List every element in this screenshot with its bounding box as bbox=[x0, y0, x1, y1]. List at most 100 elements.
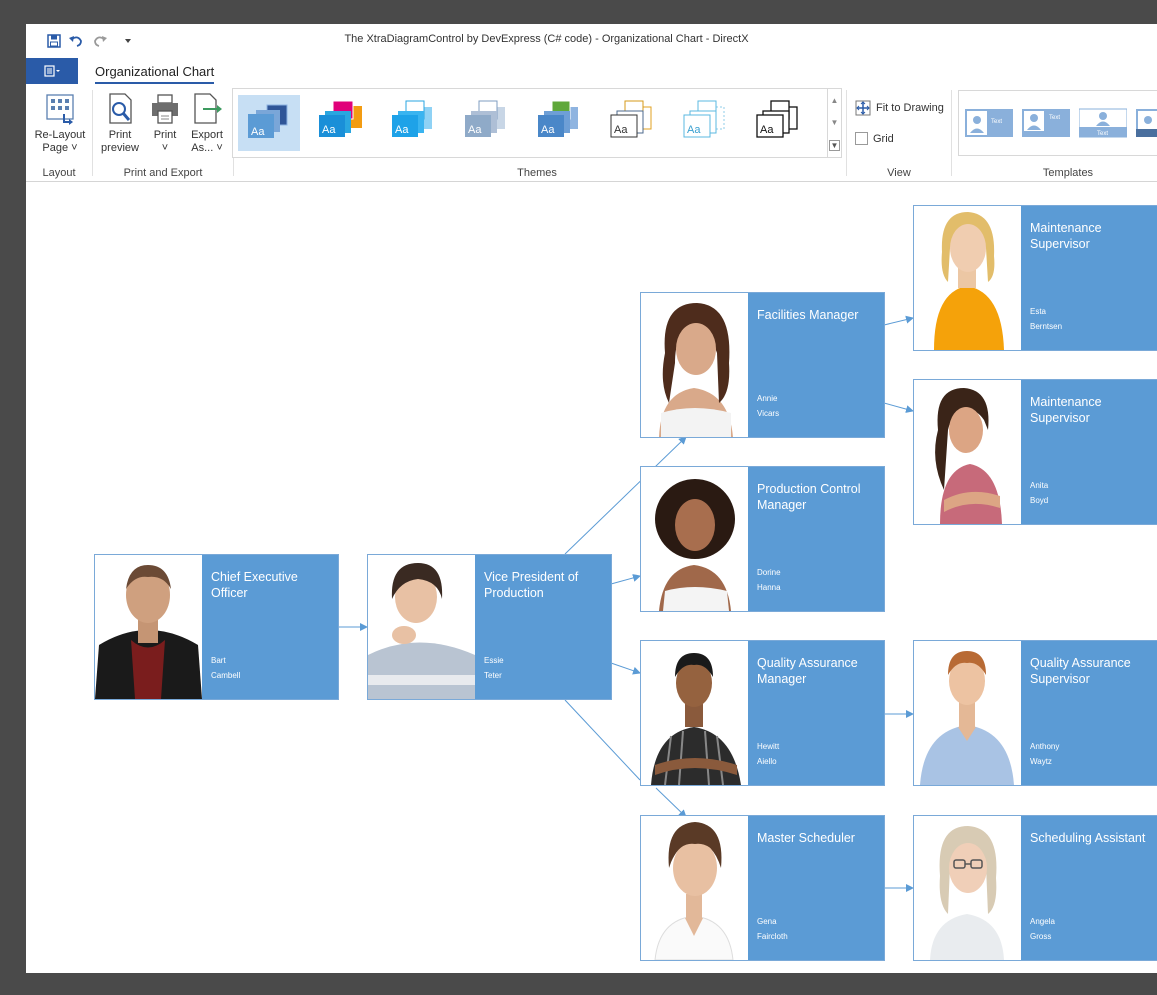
org-node-info: Quality Assurance Manager Hewitt Aiello bbox=[748, 641, 884, 785]
avatar bbox=[641, 641, 748, 785]
connector[interactable] bbox=[883, 402, 914, 413]
fit-to-drawing-icon bbox=[855, 100, 871, 116]
org-node-first-name: Anthony bbox=[1030, 742, 1060, 751]
template-item[interactable]: Text bbox=[965, 107, 1013, 139]
title-bar: The XtraDiagramControl by DevExpress (C#… bbox=[26, 24, 1157, 58]
connector[interactable] bbox=[564, 699, 641, 781]
connector[interactable] bbox=[610, 662, 641, 675]
svg-text:Aa: Aa bbox=[541, 124, 555, 136]
svg-text:Text: Text bbox=[1049, 115, 1060, 121]
svg-text:Aa: Aa bbox=[687, 124, 701, 136]
org-node-last-name: Hanna bbox=[757, 583, 781, 592]
themes-gallery-scroller[interactable]: ▲ ▼ ▼ bbox=[827, 89, 841, 157]
avatar bbox=[641, 293, 748, 437]
avatar bbox=[641, 467, 748, 611]
org-node-first-name: Esta bbox=[1030, 307, 1047, 316]
org-node-first-name: Gena bbox=[757, 917, 777, 926]
org-node-info: Facilities Manager Annie Vicars bbox=[748, 293, 884, 437]
org-node-info: Production Control Manager Dorine Hanna bbox=[748, 467, 884, 611]
org-node-maintenance-supervisor[interactable]: Maintenance Supervisor Anita Boyd bbox=[913, 379, 1157, 525]
svg-text:Aa: Aa bbox=[614, 124, 628, 136]
org-node-first-name: Bart bbox=[211, 656, 226, 665]
svg-text:Text: Text bbox=[1097, 131, 1108, 137]
theme-item[interactable]: Aa bbox=[384, 95, 446, 151]
scroll-down-icon[interactable]: ▼ bbox=[831, 118, 839, 127]
org-node-info: Master Scheduler Gena Faircloth bbox=[748, 816, 884, 960]
themes-gallery: Aa Aa Aa Aa Aa Aa Aa Aa ▲ ▼ ▼ bbox=[232, 88, 842, 158]
template-item[interactable]: Text bbox=[1022, 107, 1070, 139]
org-node-quality-assurance-supervisor[interactable]: Quality Assurance Supervisor Anthony Way… bbox=[913, 640, 1157, 786]
scroll-up-icon[interactable]: ▲ bbox=[831, 96, 839, 105]
org-node-role: Vice President of Production bbox=[484, 570, 579, 600]
ribbon: Re-Layout Page ˅ Layout Print preview Pr… bbox=[26, 84, 1157, 182]
app-menu-button[interactable] bbox=[26, 58, 78, 84]
org-node-vp-production[interactable]: Vice President of Production Essie Teter bbox=[367, 554, 612, 700]
theme-item[interactable]: Aa bbox=[676, 95, 738, 151]
org-node-facilities-manager[interactable]: Facilities Manager Annie Vicars bbox=[640, 292, 885, 438]
org-node-last-name: Berntsen bbox=[1030, 322, 1063, 331]
org-node-role: Master Scheduler bbox=[757, 831, 855, 845]
org-node-maintenance-supervisor[interactable]: Maintenance Supervisor Esta Berntsen bbox=[913, 205, 1157, 351]
org-node-quality-assurance-manager[interactable]: Quality Assurance Manager Hewitt Aiello bbox=[640, 640, 885, 786]
svg-text:Text: Text bbox=[991, 119, 1002, 125]
ribbon-tab-row: Organizational Chart bbox=[26, 58, 1157, 84]
org-node-info: Vice President of Production Essie Teter bbox=[475, 555, 611, 699]
connector[interactable] bbox=[883, 315, 914, 326]
avatar bbox=[914, 206, 1021, 350]
theme-item[interactable]: Aa bbox=[311, 95, 373, 151]
window-title: The XtraDiagramControl by DevExpress (C#… bbox=[344, 33, 749, 45]
org-node-last-name: Cambell bbox=[211, 671, 241, 680]
themes-group-label: Themes bbox=[517, 167, 557, 179]
grid-checkbox-box[interactable] bbox=[855, 132, 868, 145]
menu-icon bbox=[44, 65, 60, 77]
grid-checkbox[interactable]: Grid bbox=[855, 132, 894, 145]
org-node-first-name: Dorine bbox=[757, 568, 781, 577]
templates-group: Text Text Text Templates bbox=[952, 84, 1157, 182]
org-node-production-control-manager[interactable]: Production Control Manager Dorine Hanna bbox=[640, 466, 885, 612]
theme-item[interactable]: Aa bbox=[457, 95, 519, 151]
avatar bbox=[368, 555, 475, 699]
org-node-master-scheduler[interactable]: Master Scheduler Gena Faircloth bbox=[640, 815, 885, 961]
theme-item[interactable]: Aa bbox=[530, 95, 592, 151]
connector[interactable] bbox=[610, 574, 641, 585]
org-node-scheduling-assistant[interactable]: Scheduling Assistant Angela Gross bbox=[913, 815, 1157, 961]
org-node-info: Quality Assurance Supervisor Anthony Way… bbox=[1021, 641, 1157, 785]
org-node-first-name: Essie bbox=[484, 656, 504, 665]
org-node-role: Production Control Manager bbox=[757, 482, 861, 512]
tab-organizational-chart[interactable]: Organizational Chart bbox=[95, 64, 215, 84]
template-item[interactable]: Text bbox=[1078, 107, 1128, 139]
org-node-last-name: Teter bbox=[484, 671, 502, 680]
templates-group-label: Templates bbox=[1042, 167, 1094, 179]
org-node-info: Scheduling Assistant Angela Gross bbox=[1021, 816, 1157, 960]
fit-to-drawing-label: Fit to Drawing bbox=[876, 102, 944, 114]
svg-text:Aa: Aa bbox=[251, 126, 265, 138]
avatar bbox=[914, 641, 1021, 785]
avatar bbox=[914, 816, 1021, 960]
org-node-last-name: Gross bbox=[1030, 932, 1052, 941]
org-node-last-name: Faircloth bbox=[757, 932, 788, 941]
org-node-info: Maintenance Supervisor Anita Boyd bbox=[1021, 380, 1157, 524]
template-item[interactable] bbox=[1136, 107, 1157, 139]
org-node-role: Facilities Manager bbox=[757, 308, 859, 322]
view-group: Fit to Drawing Grid View bbox=[847, 84, 951, 182]
org-node-role: Scheduling Assistant bbox=[1030, 831, 1146, 845]
grid-label: Grid bbox=[873, 132, 894, 145]
theme-item[interactable]: Aa bbox=[238, 95, 300, 151]
org-node-role: Quality Assurance Manager bbox=[757, 656, 858, 686]
org-node-first-name: Anita bbox=[1030, 481, 1049, 490]
org-node-ceo[interactable]: Chief Executive Officer Bart Cambell bbox=[94, 554, 339, 700]
fit-to-drawing-button[interactable]: Fit to Drawing bbox=[855, 100, 944, 116]
gallery-expand-icon[interactable]: ▼ bbox=[828, 139, 841, 151]
svg-text:Aa: Aa bbox=[322, 124, 336, 136]
org-node-role: Maintenance Supervisor bbox=[1030, 395, 1102, 425]
theme-item[interactable]: Aa bbox=[749, 95, 811, 151]
org-node-last-name: Boyd bbox=[1030, 496, 1049, 505]
avatar bbox=[641, 816, 748, 960]
connector[interactable] bbox=[655, 787, 687, 818]
diagram-canvas[interactable]: Chief Executive Officer Bart Cambell Vic… bbox=[26, 190, 1157, 973]
app-window: The XtraDiagramControl by DevExpress (C#… bbox=[26, 24, 1157, 973]
theme-item[interactable]: Aa bbox=[603, 95, 665, 151]
svg-text:Aa: Aa bbox=[760, 124, 774, 136]
avatar bbox=[914, 380, 1021, 524]
themes-group: Aa Aa Aa Aa Aa Aa Aa Aa ▲ ▼ ▼ Themes bbox=[26, 84, 846, 182]
